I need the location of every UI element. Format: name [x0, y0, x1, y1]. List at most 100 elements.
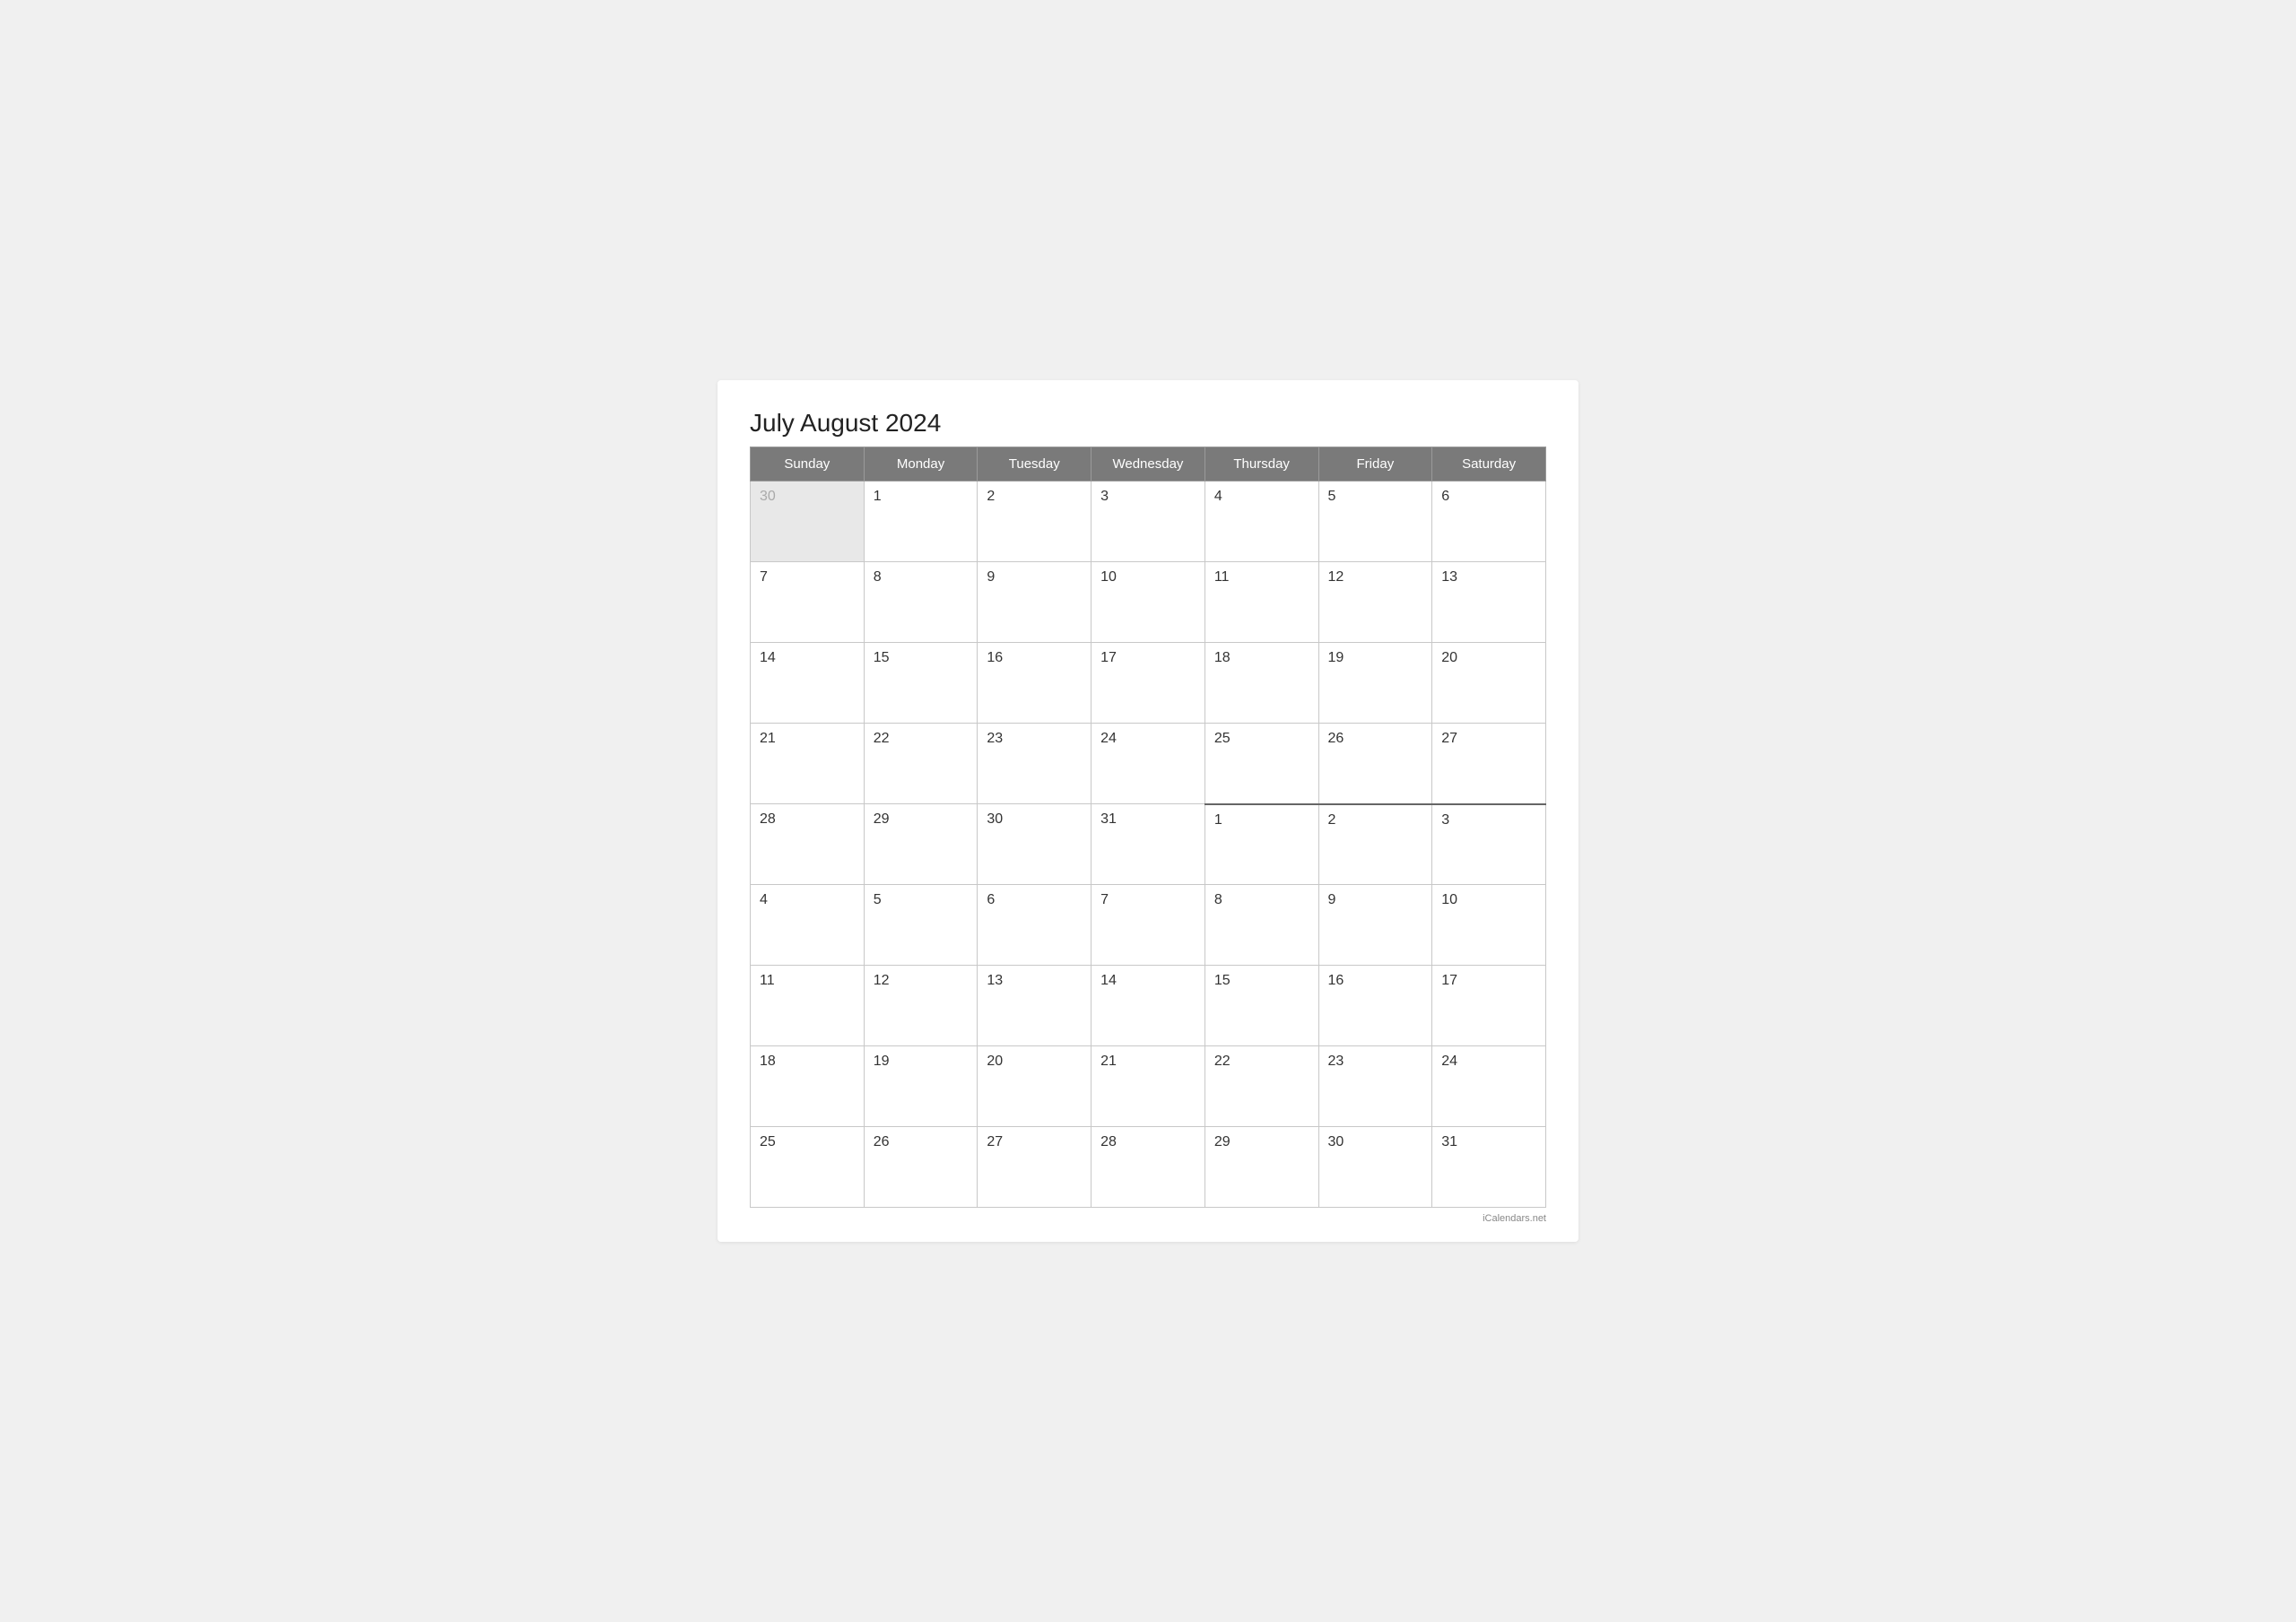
- day-number: 10: [1100, 569, 1117, 585]
- calendar-day-cell[interactable]: 24: [1091, 724, 1205, 804]
- calendar-day-cell[interactable]: 7: [751, 562, 865, 643]
- calendar-day-cell[interactable]: 31: [1432, 1127, 1546, 1208]
- calendar-week-row: 2526 27 28 29 30 31: [751, 1127, 1546, 1208]
- calendar-day-cell[interactable]: 26: [1318, 724, 1432, 804]
- day-number: 1: [1214, 812, 1222, 828]
- calendar-day-cell[interactable]: 5: [864, 885, 978, 966]
- day-number: 25: [1214, 731, 1231, 746]
- calendar-day-cell[interactable]: 21: [1091, 1046, 1205, 1127]
- day-number: 22: [1214, 1054, 1231, 1069]
- calendar-day-cell[interactable]: 18: [751, 1046, 865, 1127]
- calendar-day-cell[interactable]: 6: [1432, 481, 1546, 562]
- calendar-day-cell[interactable]: 28: [1091, 1127, 1205, 1208]
- calendar-day-cell[interactable]: 17: [1091, 643, 1205, 724]
- calendar-day-cell[interactable]: 13: [978, 966, 1091, 1046]
- calendar-day-cell[interactable]: 30: [978, 804, 1091, 885]
- header-day-wednesday: Wednesday: [1091, 447, 1205, 481]
- calendar-day-cell[interactable]: 25: [1205, 724, 1318, 804]
- calendar-day-cell[interactable]: 3: [1432, 804, 1546, 885]
- calendar-day-cell[interactable]: 23: [1318, 1046, 1432, 1127]
- calendar-day-cell[interactable]: 14: [751, 643, 865, 724]
- calendar-week-row: 18 19 20 21 22 23 24: [751, 1046, 1546, 1127]
- calendar-day-cell[interactable]: 8: [864, 562, 978, 643]
- day-number: 29: [874, 811, 890, 827]
- calendar-day-cell[interactable]: 6: [978, 885, 1091, 966]
- calendar-day-cell[interactable]: 28: [751, 804, 865, 885]
- day-number: 6: [987, 892, 995, 907]
- calendar-day-cell[interactable]: 15: [864, 643, 978, 724]
- calendar-day-cell[interactable]: 1: [864, 481, 978, 562]
- day-number: 21: [1100, 1054, 1117, 1069]
- calendar-day-cell[interactable]: 10: [1091, 562, 1205, 643]
- calendar-container: July August 2024 SundayMondayTuesdayWedn…: [718, 380, 1578, 1242]
- header-row: SundayMondayTuesdayWednesdayThursdayFrid…: [751, 447, 1546, 481]
- day-number: 10: [1441, 892, 1457, 907]
- calendar-day-cell[interactable]: 21: [751, 724, 865, 804]
- calendar-day-cell[interactable]: 7: [1091, 885, 1205, 966]
- day-number: 30: [1328, 1134, 1344, 1149]
- calendar-day-cell[interactable]: 13: [1432, 562, 1546, 643]
- day-number: 19: [1328, 650, 1344, 665]
- day-number: 12: [874, 973, 890, 988]
- calendar-day-cell[interactable]: 20: [978, 1046, 1091, 1127]
- calendar-day-cell[interactable]: 27: [1432, 724, 1546, 804]
- calendar-day-cell[interactable]: 2: [1318, 804, 1432, 885]
- calendar-day-cell[interactable]: 3: [1091, 481, 1205, 562]
- day-number: 26: [1328, 731, 1344, 746]
- day-number: 14: [1100, 973, 1117, 988]
- calendar-day-cell[interactable]: 15: [1205, 966, 1318, 1046]
- day-number: 2: [987, 489, 995, 504]
- calendar-day-cell[interactable]: 22: [1205, 1046, 1318, 1127]
- calendar-table: SundayMondayTuesdayWednesdayThursdayFrid…: [750, 447, 1546, 1208]
- calendar-day-cell[interactable]: 25: [751, 1127, 865, 1208]
- calendar-day-cell[interactable]: 9: [978, 562, 1091, 643]
- calendar-day-cell[interactable]: 29: [864, 804, 978, 885]
- day-number: 20: [987, 1054, 1003, 1069]
- calendar-day-cell[interactable]: 19: [864, 1046, 978, 1127]
- calendar-day-cell[interactable]: 29: [1205, 1127, 1318, 1208]
- calendar-day-cell[interactable]: 16: [1318, 966, 1432, 1046]
- day-number: 27: [1441, 731, 1457, 746]
- calendar-day-cell[interactable]: 2: [978, 481, 1091, 562]
- day-number: 27: [987, 1134, 1003, 1149]
- day-number: 1: [874, 489, 882, 504]
- day-number: 23: [1328, 1054, 1344, 1069]
- day-number: 12: [1328, 569, 1344, 585]
- calendar-day-cell[interactable]: 12: [864, 966, 978, 1046]
- calendar-day-cell[interactable]: 23: [978, 724, 1091, 804]
- calendar-day-cell[interactable]: 18: [1205, 643, 1318, 724]
- calendar-header: SundayMondayTuesdayWednesdayThursdayFrid…: [751, 447, 1546, 481]
- day-number: 31: [1441, 1134, 1457, 1149]
- calendar-week-row: 1415161718 19 20: [751, 643, 1546, 724]
- calendar-day-cell[interactable]: 4: [1205, 481, 1318, 562]
- day-number: 18: [760, 1054, 776, 1069]
- calendar-day-cell[interactable]: 8: [1205, 885, 1318, 966]
- calendar-day-cell[interactable]: 20: [1432, 643, 1546, 724]
- calendar-day-cell[interactable]: 12: [1318, 562, 1432, 643]
- calendar-day-cell[interactable]: 26: [864, 1127, 978, 1208]
- calendar-day-cell[interactable]: 22: [864, 724, 978, 804]
- day-number: 4: [760, 892, 768, 907]
- calendar-day-cell[interactable]: 11: [751, 966, 865, 1046]
- calendar-day-cell[interactable]: 4: [751, 885, 865, 966]
- day-number: 11: [1214, 569, 1230, 585]
- day-number: 28: [1100, 1134, 1117, 1149]
- watermark: iCalendars.net: [750, 1213, 1546, 1224]
- calendar-day-cell[interactable]: 11: [1205, 562, 1318, 643]
- calendar-day-cell[interactable]: 24: [1432, 1046, 1546, 1127]
- calendar-day-cell[interactable]: 17: [1432, 966, 1546, 1046]
- calendar-day-cell[interactable]: 31: [1091, 804, 1205, 885]
- day-number: 30: [987, 811, 1003, 827]
- calendar-day-cell[interactable]: 16: [978, 643, 1091, 724]
- calendar-day-cell[interactable]: 30: [751, 481, 865, 562]
- header-day-saturday: Saturday: [1432, 447, 1546, 481]
- calendar-day-cell[interactable]: 5: [1318, 481, 1432, 562]
- day-number: 5: [874, 892, 882, 907]
- calendar-day-cell[interactable]: 10: [1432, 885, 1546, 966]
- calendar-day-cell[interactable]: 19: [1318, 643, 1432, 724]
- calendar-day-cell[interactable]: 27: [978, 1127, 1091, 1208]
- calendar-day-cell[interactable]: 9: [1318, 885, 1432, 966]
- calendar-day-cell[interactable]: 1: [1205, 804, 1318, 885]
- calendar-day-cell[interactable]: 14: [1091, 966, 1205, 1046]
- calendar-day-cell[interactable]: 30: [1318, 1127, 1432, 1208]
